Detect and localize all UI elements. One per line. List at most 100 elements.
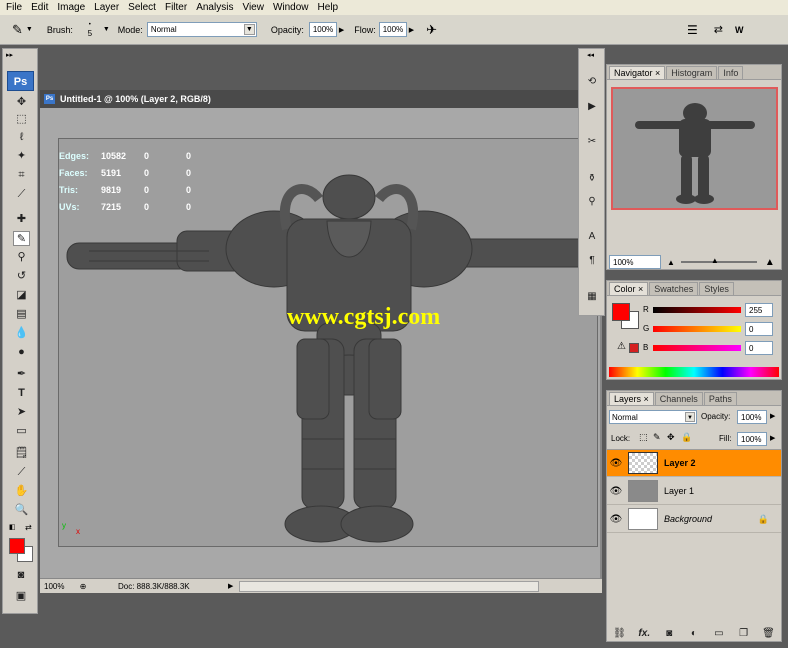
clone-source-icon[interactable]: ⚲ (583, 194, 601, 210)
green-value[interactable]: 0 (745, 322, 773, 336)
marquee-tool-icon[interactable]: ⬚ (13, 112, 30, 127)
opacity-input[interactable]: 100% (308, 22, 337, 37)
layer-row-layer-1[interactable]: 👁 Layer 1 (607, 478, 781, 505)
lock-position-icon[interactable]: ✥ (667, 432, 675, 443)
brush-size-picker[interactable]: • 5 (83, 22, 97, 38)
workspace-letter[interactable]: W (735, 25, 744, 35)
flow-arrow-icon[interactable]: ▶ (409, 26, 414, 34)
clone-stamp-icon[interactable]: ⚲ (13, 250, 30, 265)
paragraph-panel-icon[interactable]: ¶ (583, 253, 601, 269)
tab-info[interactable]: Info (718, 66, 744, 79)
gradient-tool-icon[interactable]: ▤ (13, 307, 30, 322)
history-icon[interactable]: ⟲ (583, 74, 601, 90)
menu-file[interactable]: File (6, 2, 22, 13)
foreground-color-swatch[interactable] (9, 538, 25, 554)
menu-layer[interactable]: Layer (94, 2, 119, 13)
move-tool-icon[interactable]: ✥ (13, 95, 30, 110)
status-menu-icon[interactable]: ⊕ (76, 582, 90, 591)
delete-layer-icon[interactable]: 🗑 (759, 628, 777, 639)
fill-arrow-icon[interactable]: ▶ (770, 434, 775, 442)
adjustment-layer-icon[interactable]: ◐ (685, 628, 703, 639)
color-fg-swatch[interactable] (612, 303, 630, 321)
blur-tool-icon[interactable]: 💧 (13, 326, 30, 341)
quick-mask-icon[interactable]: ◙ (11, 568, 31, 583)
default-colors-icon[interactable]: ◧ (9, 523, 16, 531)
blue-slider[interactable] (653, 345, 741, 351)
brush-dropdown-arrow-icon[interactable]: ▼ (103, 26, 110, 33)
history-brush-icon[interactable]: ↺ (13, 269, 30, 284)
navigator-slider-thumb[interactable]: ▲ (711, 256, 719, 265)
tab-navigator[interactable]: Navigator × (609, 66, 666, 79)
tab-histogram[interactable]: Histogram (666, 66, 718, 79)
lock-image-icon[interactable]: ✎ (653, 432, 661, 443)
layer-style-button[interactable]: fx. (635, 628, 653, 639)
link-layers-icon[interactable]: ⛓ (610, 628, 628, 639)
visibility-eye-icon[interactable]: 👁 (607, 514, 625, 525)
brush-tool-icon[interactable]: ✎ (13, 231, 30, 246)
gamut-warning-icon[interactable]: ⚠ (617, 341, 626, 352)
horizontal-scrollbar[interactable] (239, 580, 540, 592)
dodge-tool-icon[interactable]: ● (13, 345, 30, 360)
tool-presets-panel-icon[interactable]: ✂ (583, 134, 601, 150)
menu-view[interactable]: View (242, 2, 264, 13)
lasso-tool-icon[interactable]: ℓ (13, 130, 30, 145)
zoom-out-icon[interactable]: ▲ (667, 258, 675, 267)
menu-window[interactable]: Window (273, 2, 309, 13)
red-slider[interactable] (653, 307, 741, 313)
brushes-panel-icon[interactable]: ⚱ (583, 171, 601, 187)
tab-color[interactable]: Color × (609, 282, 649, 295)
hand-tool-icon[interactable]: ✋ (13, 484, 30, 499)
preset-dropdown-arrow-icon[interactable]: ▼ (26, 26, 33, 33)
tab-paths[interactable]: Paths (703, 392, 737, 405)
swap-colors-icon[interactable]: ⇄ (25, 523, 32, 532)
tab-swatches[interactable]: Swatches (649, 282, 699, 295)
opacity-arrow-icon[interactable]: ▶ (339, 26, 344, 34)
tab-styles[interactable]: Styles (699, 282, 734, 295)
menu-edit[interactable]: Edit (31, 2, 48, 13)
menu-filter[interactable]: Filter (165, 2, 187, 13)
layer-row-background[interactable]: 👁 Background 🔒 (607, 506, 781, 533)
image-canvas[interactable]: Edges: 10582 0 0 Faces: 5191 0 0 Tris: 9… (58, 138, 598, 547)
bridge-icon[interactable]: ⇄ (714, 23, 723, 36)
zoom-in-icon[interactable]: ▲ (765, 257, 775, 268)
layer-opacity-input[interactable]: 100% (737, 410, 767, 424)
status-arrow-icon[interactable]: ▶ (228, 582, 233, 590)
character-panel-icon[interactable]: A (583, 229, 601, 245)
flow-input[interactable]: 100% (378, 22, 407, 37)
airbrush-icon[interactable]: ✈ (426, 22, 437, 38)
magic-wand-icon[interactable]: ✦ (13, 149, 30, 164)
brush-preset-icon[interactable]: ✎ (12, 22, 23, 38)
type-tool-icon[interactable]: T (13, 386, 30, 401)
notes-tool-icon[interactable]: 🗒 (13, 446, 30, 461)
eraser-tool-icon[interactable]: ◪ (13, 288, 30, 303)
menu-analysis[interactable]: Analysis (196, 2, 233, 13)
zoom-level[interactable]: 100% (40, 582, 76, 591)
gamut-color-swatch[interactable] (629, 343, 639, 353)
layer-mask-icon[interactable]: ◙ (660, 628, 678, 639)
fill-input[interactable]: 100% (737, 432, 767, 446)
shape-tool-icon[interactable]: ▭ (13, 424, 30, 439)
menu-help[interactable]: Help (318, 2, 339, 13)
lock-transparent-icon[interactable]: ⬚ (639, 432, 648, 443)
pen-tool-icon[interactable]: ✒ (13, 367, 30, 382)
new-group-icon[interactable]: ▭ (710, 628, 728, 639)
menu-select[interactable]: Select (128, 2, 156, 13)
slice-tool-icon[interactable]: ⟋ (13, 187, 30, 202)
new-layer-icon[interactable]: ❐ (735, 628, 753, 639)
zoom-tool-icon[interactable]: 🔍 (13, 503, 30, 518)
mode-select[interactable]: Normal ▼ (146, 22, 257, 37)
navigator-zoom-input[interactable]: 100% (609, 255, 661, 269)
menu-image[interactable]: Image (57, 2, 85, 13)
tab-layers[interactable]: Layers × (609, 392, 654, 405)
navigator-zoom-slider[interactable]: ▲ (680, 256, 757, 265)
screen-mode-icon[interactable]: ▣ (11, 589, 31, 604)
path-selection-icon[interactable]: ➤ (13, 405, 30, 420)
red-value[interactable]: 255 (745, 303, 773, 317)
healing-brush-icon[interactable]: ✚ (13, 212, 30, 227)
green-slider[interactable] (653, 326, 741, 332)
document-title-bar[interactable]: Ps Untitled-1 @ 100% (Layer 2, RGB/8) (40, 90, 602, 108)
visibility-eye-icon[interactable]: 👁 (607, 486, 625, 497)
tool-presets-icon[interactable]: ☰ (687, 23, 698, 37)
lock-all-icon[interactable]: 🔒 (681, 432, 692, 443)
eyedropper-icon[interactable]: ⟋ (13, 465, 30, 480)
